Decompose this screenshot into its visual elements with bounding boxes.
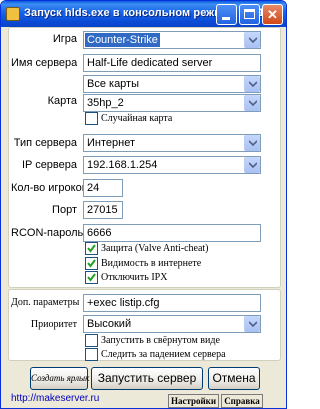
server-type-select[interactable]: Интернет [83,134,261,152]
launcher-window: Запуск hlds.exe в консольном режиме (v1.… [0,0,287,409]
chevron-down-icon[interactable] [244,157,260,173]
port-label: Порт [52,204,77,216]
players-value: 24 [87,182,100,194]
priority-select[interactable]: Высокий [83,315,261,333]
server-type-label: Тип сервера [13,137,77,149]
random-map-label: Случайная карта [101,113,173,124]
chevron-down-icon[interactable] [244,316,260,332]
disable-ipx-label: Отключить IPX [101,272,168,283]
close-button[interactable]: ✕ [262,4,283,25]
start-server-button[interactable]: Запустить сервер [91,367,203,390]
app-icon [6,7,20,21]
rcon-value: 6666 [87,227,112,239]
close-icon: ✕ [267,7,278,22]
port-value: 27015 [87,204,118,216]
checkbox-box[interactable] [85,334,98,347]
players-input[interactable]: 24 [83,179,123,197]
chevron-down-icon[interactable] [244,135,260,151]
game-value: Counter-Strike [85,33,160,47]
chevron-down-icon[interactable] [244,95,260,111]
extra-params-label: Доп. параметры [11,297,80,308]
checkbox-box[interactable] [85,271,98,284]
server-name-value: Half-Life dedicated server [87,57,213,69]
minimize-icon [222,17,230,20]
players-label: Кол-во игроков [11,182,88,194]
map-label: Карта [47,95,77,107]
maximize-button[interactable] [239,4,260,25]
rcon-password-input[interactable]: 6666 [83,224,261,242]
internet-visibility-label: Видимость в интернете [101,258,202,269]
settings-button[interactable]: Настройки [168,394,219,408]
map-filter-value: Все карты [87,78,140,90]
checkbox-box[interactable] [85,257,98,270]
map-select[interactable]: 35hp_2 [83,94,261,112]
chevron-down-icon[interactable] [244,76,260,92]
game-select[interactable]: Counter-Strike [83,31,261,49]
title-bar[interactable]: Запуск hlds.exe в консольном режиме (v1.… [1,1,286,27]
chevron-down-icon[interactable] [244,32,260,48]
priority-value: Высокий [87,318,132,330]
minimize-button[interactable] [216,4,237,25]
vac-label: Защита (Valve Anti-cheat) [101,243,209,254]
rcon-label: RCON-пароль [11,227,84,239]
maximize-icon [244,9,255,19]
map-filter-select[interactable]: Все карты [83,75,261,93]
checkbox-box[interactable] [85,242,98,255]
watch-crash-label: Следить за падением сервера [101,349,226,360]
checkbox-box[interactable] [85,112,98,125]
extra-params-input[interactable]: +exec listip.cfg [83,294,261,312]
help-button[interactable]: Справка [221,394,263,408]
game-label: Игра [52,33,77,45]
map-value: 35hp_2 [87,97,124,109]
checkbox-box[interactable] [85,348,98,361]
cancel-button[interactable]: Отмена [208,367,260,390]
ip-value: 192.168.1.254 [87,159,158,171]
create-shortcut-button[interactable]: Создать ярлык [30,367,89,390]
start-minimized-label: Запустить в свёрнутом виде [101,335,220,346]
ip-select[interactable]: 192.168.1.254 [83,156,261,174]
server-type-value: Интернет [87,137,135,149]
server-name-input[interactable]: Half-Life dedicated server [83,54,261,72]
extra-params-value: +exec listip.cfg [87,297,160,309]
website-link[interactable]: http://makeserver.ru [11,393,99,404]
port-input[interactable]: 27015 [83,201,123,219]
ip-label: IP сервера [21,159,77,171]
server-name-label: Имя сервера [11,57,78,69]
priority-label: Приоритет [30,319,77,330]
